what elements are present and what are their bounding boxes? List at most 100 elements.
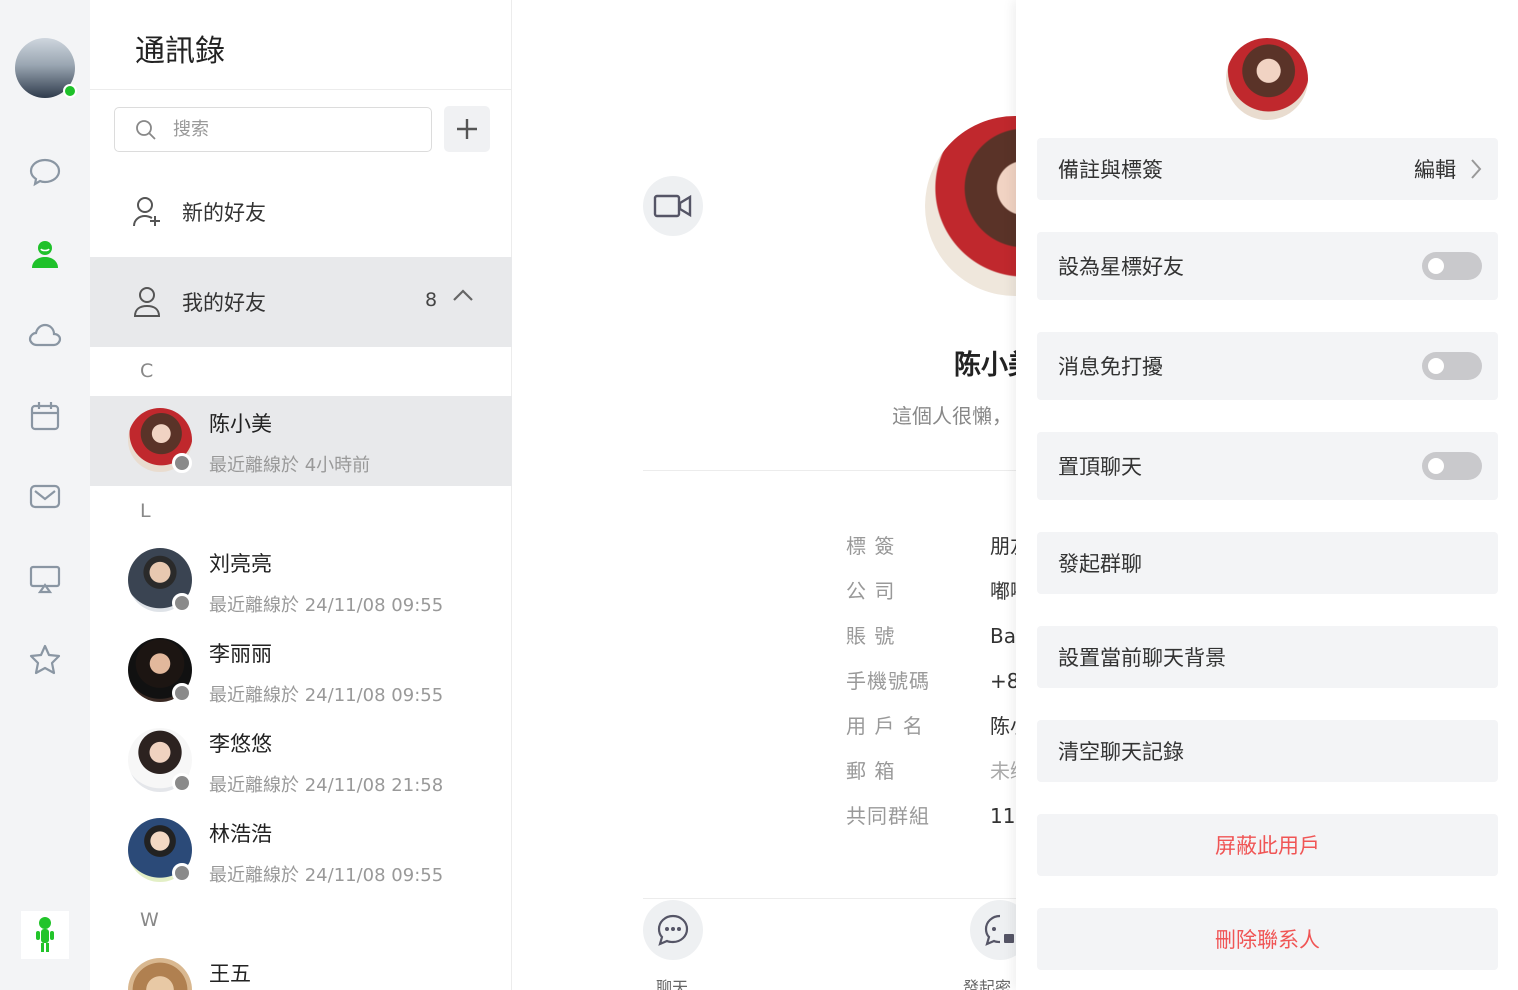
section-letter: W <box>140 909 159 931</box>
chevron-up-icon[interactable] <box>452 288 474 302</box>
chat-action-label: 聊天 <box>656 978 689 990</box>
add-contact-button[interactable] <box>444 106 490 152</box>
search-input[interactable] <box>173 119 403 140</box>
contacts-person-icon <box>32 241 58 268</box>
contact-last-seen: 最近離線於 4小時前 <box>209 455 371 476</box>
remark-tags-row[interactable]: 備註與標簽 編輯 <box>1037 138 1498 200</box>
video-call-button[interactable] <box>643 176 703 236</box>
video-camera-icon <box>653 194 692 218</box>
pin-chat-row: 置頂聊天 <box>1037 432 1498 500</box>
chat-bubble-icon <box>29 158 61 187</box>
contact-last-seen: 最近離線於 24/11/08 09:55 <box>209 595 444 616</box>
contact-large-avatar <box>925 116 1016 296</box>
nav-mail[interactable] <box>22 473 68 519</box>
delete-contact-button[interactable]: 刪除聯系人 <box>1037 908 1498 970</box>
nav-contacts[interactable] <box>22 231 68 277</box>
field-value: 未绑 <box>990 759 1016 783</box>
group-chat-label: 發起群聊 <box>1058 552 1142 576</box>
nav-favorites[interactable] <box>22 637 68 683</box>
field-value: +8 <box>990 669 1016 693</box>
contact-item[interactable]: 陈小美 最近離線於 4小時前 <box>90 396 512 486</box>
start-group-chat-button[interactable]: 發起群聊 <box>1037 532 1498 594</box>
mail-icon <box>29 484 61 509</box>
field-label: 賬 號 <box>846 624 896 648</box>
contact-item[interactable]: 王五 <box>90 946 512 990</box>
section-letter: C <box>140 360 154 382</box>
contact-detail: 陈小美 這個人很懶， 標 簽 朋友 公 司 嘟嘟 賬 號 Ba 手機號碼 +8 用 戶 … <box>513 0 1016 990</box>
star-label: 設為星標好友 <box>1058 255 1184 279</box>
pin-label: 置頂聊天 <box>1058 455 1142 479</box>
online-status-dot <box>63 84 77 98</box>
search-box[interactable] <box>114 107 432 152</box>
block-user-button[interactable]: 屏蔽此用戶 <box>1037 814 1498 876</box>
set-chat-background-button[interactable]: 設置當前聊天背景 <box>1037 626 1498 688</box>
field-label: 手機號碼 <box>846 669 930 693</box>
contact-settings-panel: 備註與標簽 編輯 設為星標好友 消息免打擾 置頂聊天 發起群聊 設置當前聊天背景… <box>1016 0 1518 990</box>
field-company: 公 司 嘟嘟 <box>846 575 1016 604</box>
new-friends-item[interactable]: 新的好友 <box>90 168 512 256</box>
my-friends-group-header[interactable]: 我的好友 8 <box>90 257 512 347</box>
secret-chat-icon <box>984 914 1014 946</box>
mute-label: 消息免打擾 <box>1058 355 1163 379</box>
field-label: 用 戶 名 <box>846 714 924 738</box>
person-icon <box>133 287 161 317</box>
offline-status-dot <box>172 683 192 703</box>
field-label: 公 司 <box>846 579 896 603</box>
contact-name: 林浩浩 <box>209 822 272 846</box>
field-value: 嘟嘟 <box>990 579 1016 603</box>
field-value: Ba <box>990 624 1016 648</box>
contact-name: 李悠悠 <box>209 732 272 756</box>
contact-item[interactable]: 李丽丽 最近離線於 24/11/08 09:55 <box>90 626 512 716</box>
star-friend-row: 設為星標好友 <box>1037 232 1498 300</box>
chat-action-button[interactable] <box>643 900 703 960</box>
panel-avatar <box>1226 38 1308 120</box>
contact-detail-name: 陈小美 <box>954 350 1016 381</box>
offline-status-dot <box>172 593 192 613</box>
field-email: 郵 箱 未绑 <box>846 755 1016 784</box>
contact-last-seen: 最近離線於 24/11/08 09:55 <box>209 685 444 706</box>
nav-chats[interactable] <box>22 149 68 195</box>
contact-item[interactable]: 刘亮亮 最近離線於 24/11/08 09:55 <box>90 536 512 626</box>
divider <box>643 898 1016 899</box>
field-value: 陈小 <box>990 714 1016 738</box>
nav-calendar[interactable] <box>22 393 68 439</box>
app-window: 通訊錄 新的好友 我的好友 8 C 陈小美 最近離線於 4小時前 L <box>0 0 1518 990</box>
my-avatar[interactable] <box>15 38 77 98</box>
contact-name: 陈小美 <box>209 412 272 436</box>
field-tags: 標 簽 朋友 <box>846 530 1016 559</box>
contact-name: 李丽丽 <box>209 642 272 666</box>
calendar-icon <box>30 402 60 431</box>
offline-status-dot <box>172 453 192 473</box>
nav-screen[interactable] <box>22 555 68 601</box>
divider <box>90 89 512 90</box>
section-letter: L <box>140 500 151 522</box>
edit-link[interactable]: 編輯 <box>1414 154 1456 184</box>
contact-item[interactable]: 李悠悠 最近離線於 24/11/08 21:58 <box>90 716 512 806</box>
chat-bg-label: 設置當前聊天背景 <box>1058 646 1226 670</box>
star-toggle[interactable] <box>1422 252 1482 280</box>
secret-chat-button[interactable] <box>970 900 1016 960</box>
contact-item[interactable]: 林浩浩 最近離線於 24/11/08 09:55 <box>90 806 512 896</box>
star-icon <box>29 644 61 675</box>
offline-status-dot <box>172 773 192 793</box>
field-username: 用 戶 名 陈小 <box>846 710 1016 739</box>
contact-name: 刘亮亮 <box>209 552 272 576</box>
new-friends-label: 新的好友 <box>182 201 266 225</box>
remark-label: 備註與標簽 <box>1058 158 1163 182</box>
field-account: 賬 號 Ba <box>846 620 1016 649</box>
field-common-groups: 共同群組 11 <box>846 800 1015 829</box>
search-icon <box>136 119 156 140</box>
nav-cloud[interactable] <box>22 312 68 358</box>
field-label: 共同群組 <box>846 804 930 828</box>
contact-avatar <box>128 958 192 990</box>
cloud-icon <box>28 323 62 347</box>
clear-chat-history-button[interactable]: 清空聊天記錄 <box>1037 720 1498 782</box>
screen-share-icon <box>29 565 61 594</box>
contacts-panel: 通訊錄 新的好友 我的好友 8 C 陈小美 最近離線於 4小時前 L <box>90 0 512 990</box>
add-person-icon <box>133 197 160 227</box>
divider <box>643 470 1016 471</box>
mute-toggle[interactable] <box>1422 352 1482 380</box>
field-phone: 手機號碼 +8 <box>846 665 1016 694</box>
pin-toggle[interactable] <box>1422 452 1482 480</box>
field-label: 郵 箱 <box>846 759 896 783</box>
